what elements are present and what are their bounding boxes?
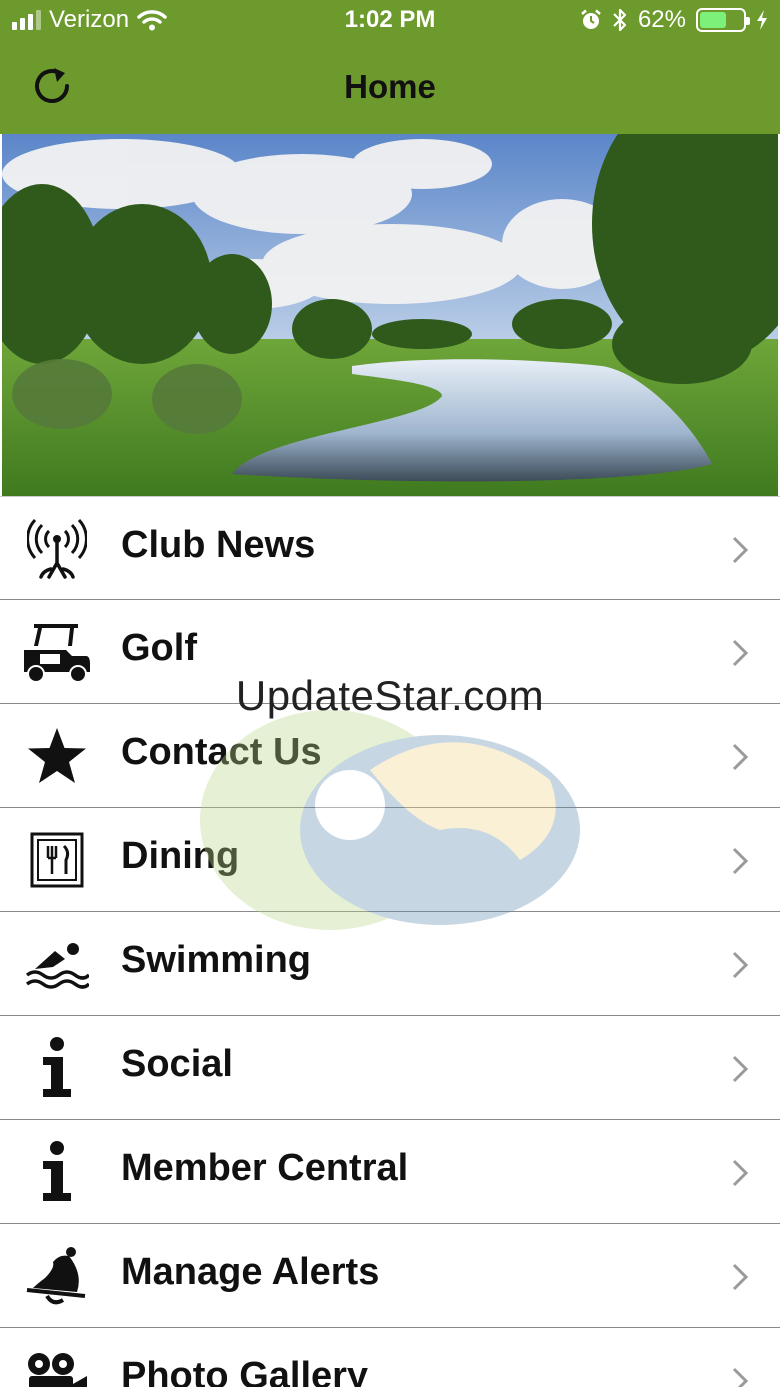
- menu-item-label: Swimming: [121, 939, 312, 981]
- chevron-right-icon: [732, 951, 749, 979]
- status-right: 62%: [580, 6, 768, 34]
- main-menu-list: Club News Golf Contact Us Dining Swimmin…: [0, 496, 780, 1387]
- menu-item-dining[interactable]: Dining: [0, 808, 780, 912]
- menu-item-label: Manage Alerts: [121, 1251, 380, 1293]
- bell-icon: [22, 1242, 92, 1310]
- golf-course-landscape-image: [2, 134, 778, 496]
- menu-item-label: Photo Gallery: [121, 1355, 369, 1387]
- chevron-right-icon: [732, 639, 749, 667]
- info-icon: [22, 1138, 92, 1206]
- menu-item-label: Dining: [121, 835, 240, 877]
- menu-item-label: Social: [121, 1043, 233, 1085]
- battery-level-fill: [700, 12, 726, 28]
- app-header: Verizon 1:02 PM 62% Home: [0, 0, 780, 134]
- chevron-right-icon: [732, 1159, 749, 1187]
- chevron-right-icon: [732, 1367, 749, 1387]
- video-camera-icon: [22, 1346, 92, 1387]
- page-title: Home: [344, 68, 436, 105]
- menu-item-label: Club News: [121, 524, 316, 566]
- menu-item-golf[interactable]: Golf: [0, 600, 780, 704]
- menu-item-swimming[interactable]: Swimming: [0, 912, 780, 1016]
- menu-item-social[interactable]: Social: [0, 1016, 780, 1120]
- chevron-right-icon: [732, 1055, 749, 1083]
- chevron-right-icon: [732, 536, 749, 564]
- bluetooth-icon: [613, 8, 627, 32]
- charging-icon: [757, 10, 767, 30]
- battery-percent: 62%: [637, 6, 686, 33]
- hero-image: [2, 134, 778, 496]
- menu-item-label: Golf: [121, 627, 197, 669]
- menu-item-manage-alerts[interactable]: Manage Alerts: [0, 1224, 780, 1328]
- menu-item-member-central[interactable]: Member Central: [0, 1120, 780, 1224]
- chevron-right-icon: [732, 847, 749, 875]
- antenna-broadcast-icon: [22, 515, 92, 583]
- chevron-right-icon: [732, 1263, 749, 1291]
- swimmer-icon: [22, 930, 92, 998]
- menu-item-label: Contact Us: [121, 731, 322, 773]
- star-icon: [22, 722, 92, 790]
- dining-utensils-icon: [22, 826, 92, 894]
- info-icon: [22, 1034, 92, 1102]
- alarm-icon: [581, 9, 601, 29]
- menu-item-label: Member Central: [121, 1147, 409, 1189]
- status-bar: Verizon 1:02 PM 62%: [0, 0, 780, 44]
- navigation-bar: Home: [0, 44, 780, 134]
- menu-item-photo-gallery[interactable]: Photo Gallery: [0, 1328, 780, 1387]
- golf-cart-icon: [22, 618, 92, 686]
- chevron-right-icon: [732, 743, 749, 771]
- menu-item-club-news[interactable]: Club News: [0, 496, 780, 600]
- menu-item-contact-us[interactable]: Contact Us: [0, 704, 780, 808]
- battery-icon: [696, 8, 750, 32]
